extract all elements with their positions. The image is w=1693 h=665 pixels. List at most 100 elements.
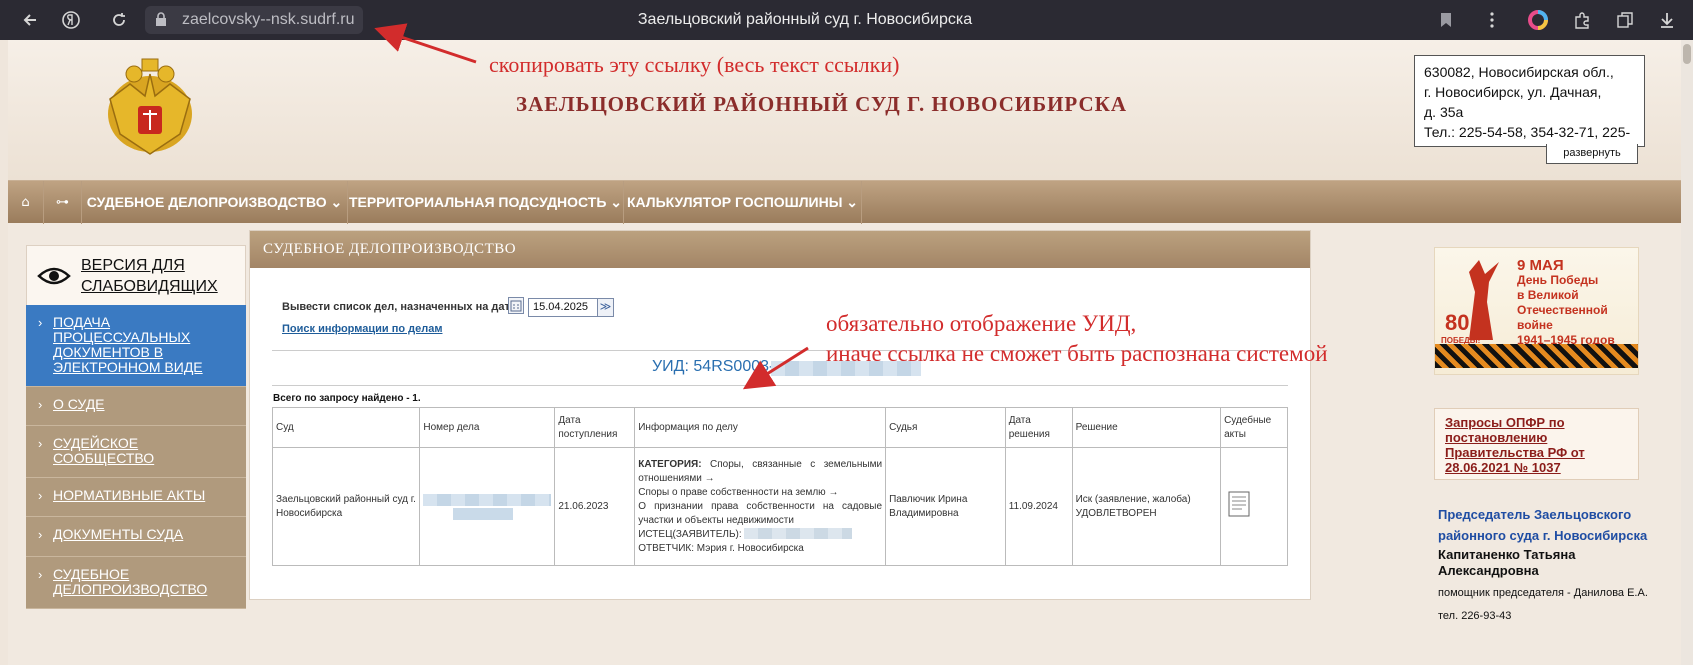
cell-case-info: КАТЕГОРИЯ: Споры, связанные с земельными… [634, 447, 887, 566]
chairman-block: Председатель Заельцовского районного суд… [1438, 504, 1648, 622]
court-title: ЗАЕЛЬЦОВСКИЙ РАЙОННЫЙ СУД Г. НОВОСИБИРСК… [516, 92, 1128, 116]
chevron-right-icon: › [38, 315, 43, 330]
annotation-uid-required: обязательно отображение УИД, иначе ссылк… [826, 309, 1328, 369]
address-line: г. Новосибирск, ул. Дачная, [1424, 84, 1602, 100]
banner-line: 9 МАЯ [1517, 257, 1564, 274]
sidebar-item-judges-community[interactable]: › СУДЕЙСКОЕ СООБЩЕСТВО [26, 426, 246, 478]
chevron-right-icon: › [38, 527, 43, 542]
address-line: д. 35а [1424, 104, 1464, 120]
low-vision-version-button[interactable]: ВЕРСИЯ ДЛЯ СЛАБОВИДЯЩИХ [26, 245, 246, 307]
sidebar-item-label: НОРМАТИВНЫЕ АКТЫ [53, 487, 206, 503]
expand-address-button[interactable]: развернуть [1546, 144, 1638, 164]
date-filter-label: Вывести список дел, назначенных на дату [282, 301, 517, 313]
column-header: Информация по делу [634, 407, 887, 448]
nav-item-territorial-jurisdiction[interactable]: ТЕРРИТОРИАЛЬНАЯ ПОДСУДНОСТЬ ⌄ [348, 181, 624, 224]
main-panel: СУДЕБНОЕ ДЕЛОПРОИЗВОДСТВО Вывести список… [249, 230, 1311, 600]
scrollbar-thumb[interactable] [1683, 44, 1691, 64]
panel-title: СУДЕБНОЕ ДЕЛОПРОИЗВОДСТВО [250, 231, 1310, 268]
sidebar-item-normative-acts[interactable]: › НОРМАТИВНЫЕ АКТЫ [26, 478, 246, 517]
show-list-button[interactable]: ≫ [597, 298, 614, 317]
plaintiff-line: ИСТЕЦ(ЗАЯВИТЕЛЬ): [638, 528, 882, 542]
low-vision-label-line2: СЛАБОВИДЯЩИХ [81, 278, 218, 295]
main-navigation: ⌂ ⊶ СУДЕБНОЕ ДЕЛОПРОИЗВОДСТВО ⌄ ТЕРРИТОР… [8, 180, 1685, 224]
table-row[interactable]: Заельцовский районный суд г. Новосибирск… [271, 447, 1288, 566]
sidebar-item-court-documents[interactable]: › ДОКУМЕНТЫ СУДА [26, 517, 246, 557]
document-icon[interactable] [1228, 491, 1250, 517]
chevron-right-icon: › [38, 488, 43, 503]
column-header: Решение [1071, 407, 1222, 448]
cell-case-number[interactable] [419, 447, 556, 566]
coat-of-arms-icon [108, 58, 192, 155]
menu-icon[interactable] [1480, 8, 1504, 32]
sidebar-item-court-proceedings[interactable]: › СУДЕБНОЕ ДЕЛОПРОИЗВОДСТВО [26, 557, 246, 609]
sitemap-icon[interactable]: ⊶ [44, 181, 82, 224]
chevron-right-icon: › [38, 436, 43, 451]
assistant-info: помощник председателя - Данилова Е.А. [1438, 587, 1648, 599]
category-subline: О признании права собственности на садов… [638, 500, 883, 526]
assistant-phone: тел. 226-93-43 [1438, 610, 1512, 622]
redacted-plaintiff [744, 528, 853, 540]
banner-line: Отечественной войне [1517, 303, 1608, 332]
column-header: Номер дела [419, 407, 556, 448]
chairman-title: Председатель Заельцовского районного суд… [1438, 507, 1648, 543]
home-icon[interactable]: ⌂ [8, 181, 44, 224]
nav-item-fee-calculator[interactable]: КАЛЬКУЛЯТОР ГОСПОШЛИНЫ ⌄ [624, 181, 862, 224]
sidebar-item-label: ПОДАЧА ПРОЦЕССУАЛЬНЫХ ДОКУМЕНТОВ В ЭЛЕКТ… [53, 314, 203, 375]
uid-label[interactable]: УИД: 54RS0003- [652, 358, 774, 376]
results-count: Всего по запросу найдено - 1. [273, 393, 421, 404]
extensions-icon[interactable] [1570, 8, 1594, 32]
decision-result: УДОВЛЕТВОРЕН [1075, 507, 1157, 519]
defendant-line: ОТВЕТЧИК: Мэрия г. Новосибирска [638, 542, 804, 554]
collections-icon[interactable] [1613, 8, 1637, 32]
column-header: Дата решения [1004, 407, 1073, 448]
cell-received-date: 21.06.2023 [554, 447, 636, 566]
address-line: 630082, Новосибирская обл., [1424, 64, 1614, 80]
banner-line: в Великой [1517, 288, 1579, 302]
sidebar-item-label: О СУДЕ [53, 396, 105, 412]
case-search-link[interactable]: Поиск информации по делам [282, 323, 442, 335]
st-george-ribbon [1435, 344, 1638, 368]
redacted-case-number [423, 493, 552, 506]
annotation-copy-link: скопировать эту ссылку (весь текст ссылк… [489, 52, 900, 77]
sidebar-item-about[interactable]: › О СУДЕ [26, 387, 246, 426]
sidebar-menu: › ПОДАЧА ПРОЦЕССУАЛЬНЫХ ДОКУМЕНТОВ В ЭЛЕ… [26, 305, 246, 609]
cell-judge: Павлючик Ирина Владимировна [885, 447, 1006, 566]
calendar-icon[interactable] [508, 297, 524, 314]
column-header: Судья [885, 407, 1006, 448]
banner-line: День Победы [1517, 273, 1599, 287]
cell-court: Заельцовский районный суд г. Новосибирск… [271, 447, 421, 566]
opfr-requests-link[interactable]: Запросы ОПФР по постановлению Правительс… [1434, 408, 1639, 480]
annotation-line: обязательно отображение УИД, [826, 311, 1137, 336]
chevron-right-icon: › [38, 567, 43, 582]
divider [272, 385, 1288, 386]
nav-item-court-proceedings[interactable]: СУДЕБНОЕ ДЕЛОПРОИЗВОДСТВО ⌄ [82, 181, 348, 224]
cell-court-acts [1220, 447, 1288, 566]
low-vision-label-line1: ВЕРСИЯ ДЛЯ [81, 257, 185, 274]
column-header: Суд [271, 407, 421, 448]
download-icon[interactable] [1655, 8, 1679, 32]
date-input[interactable]: 15.04.2025 [528, 298, 598, 317]
category-subline: Споры о праве собственности на землю → [638, 486, 839, 498]
banner-number: 80 [1445, 310, 1470, 335]
sidebar-item-electronic-filing[interactable]: › ПОДАЧА ПРОЦЕССУАЛЬНЫХ ДОКУМЕНТОВ В ЭЛЕ… [26, 305, 246, 387]
color-wheel-icon[interactable] [1526, 8, 1550, 32]
plaintiff-label: ИСТЕЦ(ЗАЯВИТЕЛЬ): [638, 528, 742, 540]
page-title: Заельцовский районный суд г. Новосибирск… [637, 11, 973, 28]
cell-decision-date: 11.09.2024 [1004, 447, 1073, 566]
case-category: КАТЕГОРИЯ: Споры, связанные с земельными… [638, 458, 882, 486]
chevron-right-icon: › [38, 397, 43, 412]
victory-day-banner[interactable]: 80 ПОБЕДЫ! 9 МАЯ День Победы в Великой О… [1434, 247, 1639, 375]
sidebar-item-label: ДОКУМЕНТЫ СУДА [53, 526, 184, 542]
sidebar-item-label: СУДЕБНОЕ ДЕЛОПРОИЗВОДСТВО [53, 566, 208, 597]
annotation-line: иначе ссылка не сможет быть распознана с… [826, 341, 1328, 366]
scrollbar[interactable] [1681, 40, 1693, 665]
eye-icon [37, 267, 71, 285]
bookmark-icon[interactable] [1440, 12, 1452, 28]
redacted-case-number [453, 507, 514, 520]
column-header: Дата поступления [554, 407, 636, 448]
chairman-name: Капитаненко Татьяна Александровна [1438, 547, 1576, 578]
banner-text: 9 МАЯ День Победы в Великой Отечественно… [1517, 258, 1638, 348]
cell-decision: Иск (заявление, жалоба) УДОВЛЕТВОРЕН [1071, 447, 1222, 566]
low-vision-label[interactable]: ВЕРСИЯ ДЛЯ СЛАБОВИДЯЩИХ [81, 255, 218, 297]
column-header: Судебные акты [1220, 407, 1288, 448]
